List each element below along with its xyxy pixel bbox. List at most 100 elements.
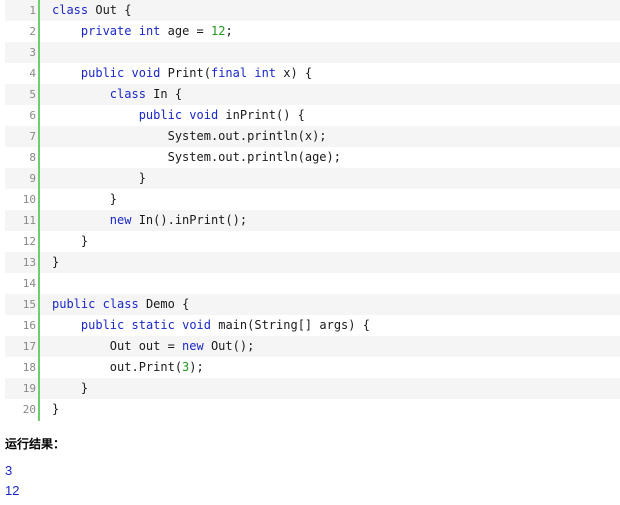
line-number: 7 <box>29 130 36 143</box>
line-number: 11 <box>22 214 36 227</box>
output-line: 3 <box>5 463 13 478</box>
code-token: out.Print( <box>52 360 183 374</box>
line-code: new In().inPrint(); <box>52 210 247 231</box>
code-line: 15 public class Demo { <box>5 294 620 315</box>
code-token: } <box>52 402 60 416</box>
code-line: 17 Out out = new Out(); <box>5 336 620 357</box>
line-number: 13 <box>22 256 36 269</box>
line-number: 5 <box>29 88 36 101</box>
line-number: 4 <box>29 67 36 80</box>
code-line: 19 } <box>5 378 620 399</box>
code-line: 16 public static void main(String[] args… <box>5 315 620 336</box>
code-line: 14 <box>5 273 620 294</box>
code-token: ); <box>189 360 204 374</box>
code-token: Print( <box>160 66 211 80</box>
line-code: public class Demo { <box>52 294 189 315</box>
line-number: 2 <box>29 25 36 38</box>
code-token: x) { <box>276 66 313 80</box>
line-code: } <box>52 189 117 210</box>
code-token: In().inPrint(); <box>131 213 248 227</box>
keyword-token: class <box>102 297 139 311</box>
line-code: private int age = 12; <box>52 21 233 42</box>
code-line: 4 public void Print(final int x) { <box>5 63 620 84</box>
code-token: System.out.println(x); <box>52 129 327 143</box>
code-line: 18 out.Print(3); <box>5 357 620 378</box>
code-token: System.out.println(age); <box>52 150 341 164</box>
gutter-bar <box>38 0 40 421</box>
code-token: Out { <box>88 3 132 17</box>
code-token: } <box>52 255 60 269</box>
line-number: 18 <box>22 361 36 374</box>
code-line: 3 <box>5 42 620 63</box>
code-block: 20} 19 } 18 out.Print(3); 17 Out out = new … <box>5 0 620 421</box>
line-number: 12 <box>22 235 36 248</box>
code-line: 11 new In().inPrint(); <box>5 210 620 231</box>
line-number: 15 <box>22 298 36 311</box>
code-line: 20} <box>5 399 620 420</box>
line-code: out.Print(3); <box>52 357 204 378</box>
code-token: Out out = <box>52 339 183 353</box>
code-token: inPrint() { <box>218 108 305 122</box>
output-line: 12 <box>5 483 20 498</box>
line-number: 14 <box>22 277 36 290</box>
line-code: } <box>52 399 59 420</box>
line-code: public void Print(final int x) { <box>52 63 312 84</box>
keyword-token: static <box>131 318 175 332</box>
line-number: 20 <box>22 403 36 416</box>
line-number: 1 <box>29 4 36 17</box>
code-token: ; <box>225 24 233 38</box>
code-token: } <box>52 381 89 395</box>
code-token: Demo { <box>138 297 190 311</box>
line-code: } <box>52 378 88 399</box>
line-number: 9 <box>29 172 36 185</box>
line-number: 8 <box>29 151 36 164</box>
line-code: class In { <box>52 84 182 105</box>
code-token: In { <box>145 87 183 101</box>
code-line: 8 System.out.println(age); <box>5 147 620 168</box>
keyword-token: void <box>131 66 161 80</box>
code-line: 6 public void inPrint() { <box>5 105 620 126</box>
line-number: 17 <box>22 340 36 353</box>
line-code: } <box>52 168 146 189</box>
code-line: 9 } <box>5 168 620 189</box>
code-token: } <box>52 234 89 248</box>
code-token: age = <box>160 24 211 38</box>
code-token: Out(); <box>203 339 255 353</box>
line-code: public void inPrint() { <box>52 105 305 126</box>
keyword-token: final <box>210 66 248 80</box>
keyword-token: public <box>138 108 183 122</box>
line-number: 19 <box>22 382 36 395</box>
keyword-token: int <box>254 66 277 80</box>
keyword-token: private <box>80 24 132 38</box>
keyword-token: class <box>109 87 146 101</box>
code-line: 7 System.out.println(x); <box>5 126 620 147</box>
keyword-token: new <box>109 213 132 227</box>
line-number: 3 <box>29 46 36 59</box>
number-token: 12 <box>210 24 226 38</box>
result-label: 运行结果： <box>5 437 66 451</box>
line-code: System.out.println(x); <box>52 126 327 147</box>
line-code: public static void main(String[] args) { <box>52 315 370 336</box>
keyword-token: void <box>189 108 219 122</box>
code-line: 12 } <box>5 231 620 252</box>
code-token: main(String[] args) { <box>211 318 370 332</box>
line-number: 10 <box>22 193 36 206</box>
line-code: System.out.println(age); <box>52 147 341 168</box>
code-line: 13} <box>5 252 620 273</box>
code-line: 10 } <box>5 189 620 210</box>
line-number: 6 <box>29 109 36 122</box>
keyword-token: public <box>52 297 96 311</box>
code-token: } <box>52 192 118 206</box>
line-number: 16 <box>22 319 36 332</box>
code-line: 5 class In { <box>5 84 620 105</box>
